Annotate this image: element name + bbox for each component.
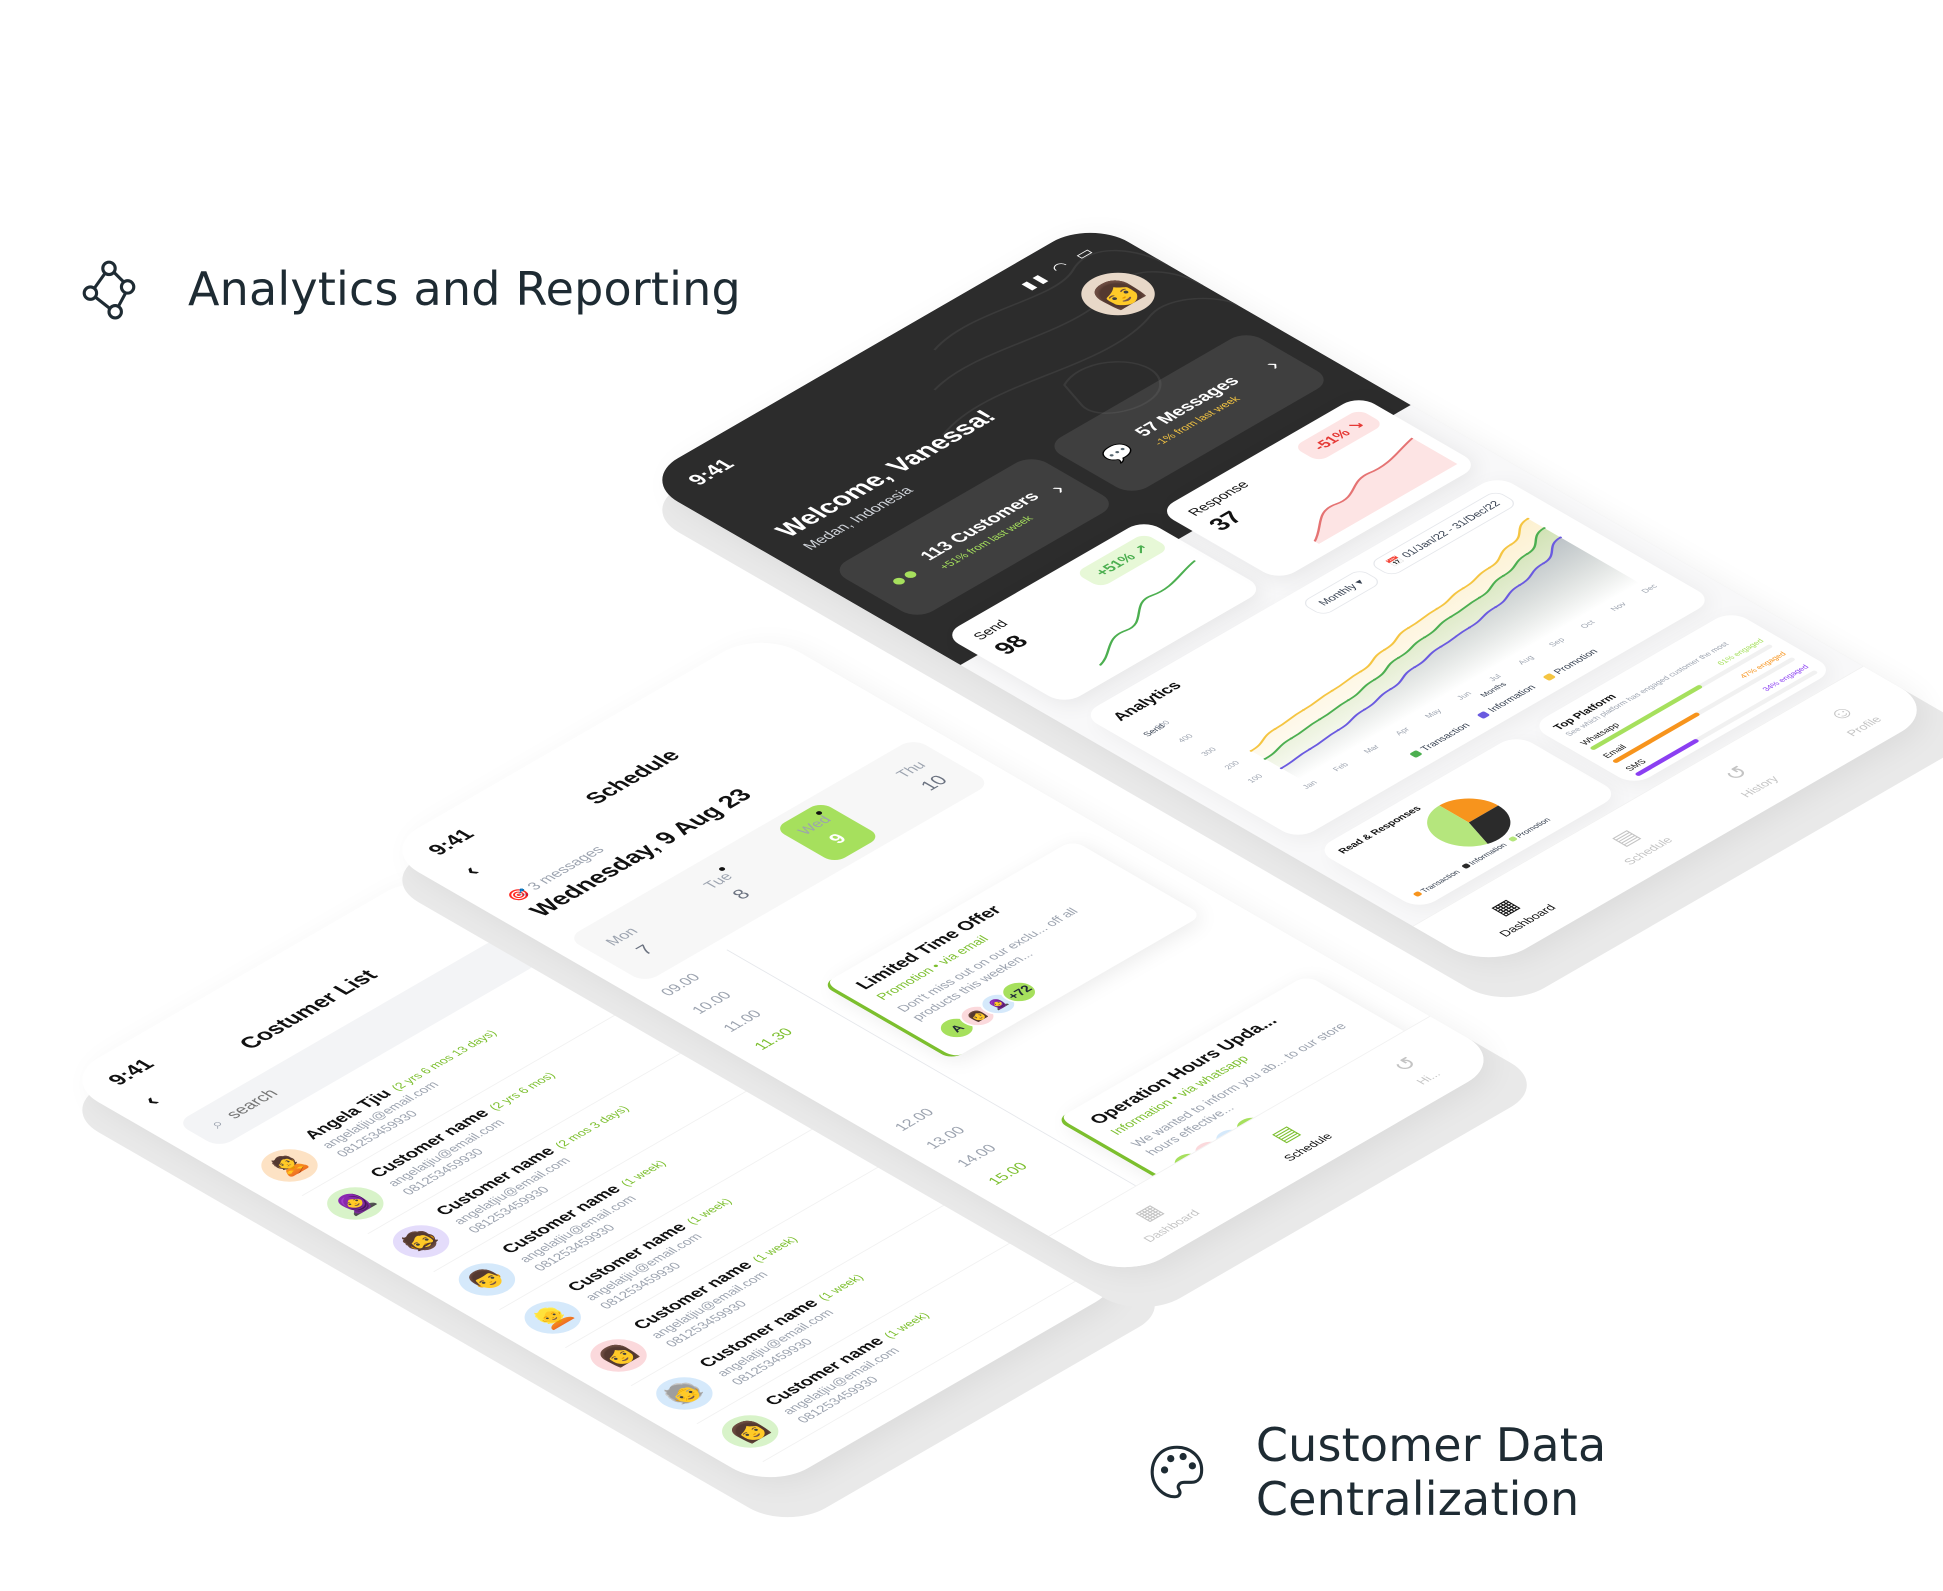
time-label-active: 11.30 (750, 1025, 797, 1053)
history-icon: ↺ (1717, 762, 1756, 784)
nav-schedule[interactable]: ▤ Schedule (1592, 819, 1676, 867)
nav-schedule[interactable]: ▤ Schedule (1252, 1115, 1336, 1163)
users-icon: ●● (881, 564, 927, 591)
calendar-icon: ▤ (1264, 1122, 1305, 1146)
search-icon: ⌕ (204, 1116, 230, 1131)
day-cell-thu[interactable]: Thu 10 (870, 746, 977, 808)
analytics-network-icon (82, 260, 136, 320)
nav-profile[interactable]: ☺ Profile (1815, 698, 1884, 738)
x-tick-label: Apr (1393, 726, 1412, 737)
customer-avatar: 🙎 (249, 1142, 329, 1189)
day-number: 9 (824, 830, 852, 847)
day-cell-tue[interactable]: Tue 8 (677, 857, 784, 919)
y-tick-label: 400 (1176, 732, 1196, 743)
status-time: 9:41 (423, 825, 480, 859)
analytics-caption: Analytics and Reporting (78, 258, 741, 320)
day-number: 8 (727, 886, 756, 903)
time-label: 14.00 (953, 1142, 1001, 1170)
x-tick-label: Jun (1455, 690, 1474, 701)
y-tick-label: 200 (1222, 759, 1242, 770)
nav-history[interactable]: ↺ Hi... (1385, 1053, 1444, 1087)
chevron-right-icon: › (1258, 356, 1287, 373)
palette-icon (1150, 1445, 1204, 1499)
time-label-active: 15.00 (984, 1160, 1032, 1188)
day-cell-wed[interactable]: Wed 9 (773, 801, 882, 864)
time-label: 11.00 (719, 1007, 766, 1035)
nav-history-label: Hi... (1412, 1068, 1444, 1087)
x-tick-label: Oct (1578, 619, 1597, 630)
time-label: 10.00 (688, 989, 736, 1017)
x-tick-label: Aug (1516, 654, 1536, 666)
chevron-right-icon: › (1043, 480, 1072, 497)
day-cell-mon[interactable]: Mon 7 (581, 913, 688, 975)
day-number: 10 (915, 772, 953, 794)
customer-avatar: 👨 (446, 1256, 527, 1303)
customer-avatar: 👩 (709, 1408, 790, 1455)
analytics-caption-text: Analytics and Reporting (188, 262, 741, 316)
x-tick-label: Dec (1639, 583, 1659, 595)
calendar-icon: ▤ (1604, 825, 1645, 849)
chat-icon: 💬 (1095, 440, 1142, 467)
time-label: 09.00 (657, 971, 705, 999)
pie-legend-transaction-label: Transaction (1418, 868, 1463, 894)
history-icon: ↺ (1386, 1053, 1424, 1076)
dashboard-icon: ▦ (1484, 895, 1524, 919)
x-tick-label: Nov (1608, 601, 1628, 613)
x-tick-label: Sep (1547, 636, 1568, 648)
dashboard-icon: ▦ (1128, 1201, 1168, 1224)
y-tick-label: 300 (1199, 746, 1219, 757)
day-label: Tue (699, 870, 737, 892)
pie-legend-transaction: Transaction (1412, 868, 1463, 898)
customer-avatar: 🧕 (315, 1180, 395, 1227)
customer-avatar: 👩 (578, 1332, 658, 1379)
customer-avatar: 👱 (512, 1294, 593, 1341)
x-tick-label: Mar (1362, 743, 1382, 755)
x-tick-label: Jan (1300, 779, 1319, 790)
back-button[interactable]: ‹ (136, 1092, 167, 1110)
time-label: 13.00 (922, 1124, 970, 1152)
customer-avatar: 🧔 (380, 1218, 461, 1265)
x-tick-label: May (1423, 707, 1444, 719)
nav-dashboard[interactable]: ▦ Dashboard (1112, 1192, 1202, 1244)
profile-icon: ☺ (1820, 700, 1862, 725)
page-title: Schedule (579, 746, 686, 808)
nav-dashboard[interactable]: ▦ Dashboard (1468, 886, 1558, 939)
back-button[interactable]: ‹ (456, 862, 487, 880)
time-label: 12.00 (890, 1106, 939, 1134)
nav-history[interactable]: ↺ History (1709, 757, 1781, 799)
y-tick-label: 100 (1246, 773, 1266, 784)
customer-avatar: 🧓 (644, 1370, 724, 1417)
x-tick-label: Feb (1331, 761, 1351, 773)
status-time: 9:41 (103, 1055, 160, 1089)
event-card[interactable]: Limited Time Offer Promotion • via email… (821, 839, 1203, 1060)
centralization-caption: Customer Data Centralization (1146, 1418, 1943, 1526)
x-axis-label: Months (1478, 681, 1508, 699)
centralization-caption-text: Customer Data Centralization (1255, 1418, 1607, 1526)
read-responses-pie (1427, 798, 1511, 847)
day-number: 7 (631, 942, 659, 958)
